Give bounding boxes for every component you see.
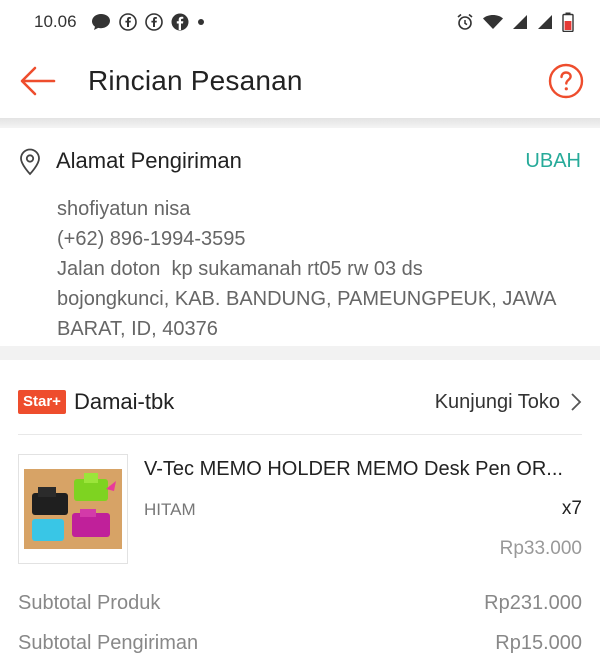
shop-section: Star+ Damai-tbk Kunjungi Toko V-Tec MEMO…: [0, 360, 600, 670]
facebook-icon: [144, 13, 163, 31]
change-address-button[interactable]: UBAH: [525, 150, 581, 173]
signal-icon: [537, 14, 553, 30]
product-quantity: x7: [561, 498, 582, 519]
product-variant: HITAM: [144, 500, 196, 519]
facebook-icon: [118, 13, 137, 31]
product-price: Rp33.000: [499, 538, 582, 559]
address-header: Alamat Pengiriman UBAH: [0, 144, 600, 178]
status-time: 10.06: [34, 12, 77, 31]
status-bar: 10.06: [0, 0, 600, 44]
page-title: Rincian Pesanan: [88, 65, 303, 96]
chat-bubble-icon: [91, 13, 111, 31]
help-button[interactable]: [548, 63, 584, 99]
subtotal-shipping-row: Subtotal Pengiriman Rp15.000: [18, 632, 582, 655]
help-icon: [548, 63, 584, 99]
battery-icon: [562, 12, 574, 32]
facebook-icon: [171, 13, 189, 31]
subtotal-shipping-label: Subtotal Pengiriman: [18, 632, 199, 654]
subtotal-shipping-value: Rp15.000: [495, 632, 582, 654]
signal-icon: [512, 14, 528, 30]
subtotal-product-value: Rp231.000: [484, 592, 582, 614]
product-name: V-Tec MEMO HOLDER MEMO Desk Pen OR...: [144, 458, 563, 480]
address-line-3: BARAT, ID, 40376: [57, 318, 218, 340]
memo-holder-illustration: [24, 469, 122, 549]
product-item[interactable]: V-Tec MEMO HOLDER MEMO Desk Pen OR... HI…: [18, 454, 582, 566]
recipient-phone: (+62) 896-1994-3595: [57, 228, 246, 250]
shop-name: Damai-tbk: [73, 389, 175, 414]
status-left: 10.06: [34, 12, 205, 32]
subtotal-product-label: Subtotal Produk: [18, 592, 161, 614]
product-photo: [24, 469, 122, 549]
subtotal-product-row: Subtotal Produk Rp231.000: [18, 592, 582, 615]
visit-shop-button[interactable]: Kunjungi Toko: [435, 391, 582, 414]
back-arrow-icon: [20, 66, 56, 96]
star-plus-badge: Star+: [18, 390, 66, 414]
back-button[interactable]: [18, 61, 58, 101]
visit-shop-label: Kunjungi Toko: [434, 390, 560, 413]
shipping-address-section: Alamat Pengiriman UBAH shofiyatun nisa (…: [0, 128, 600, 346]
dot-icon: [197, 18, 205, 26]
section-gap: [0, 346, 600, 360]
product-image: [18, 454, 128, 564]
address-line-1: Jalan doton kp sukamanah rt05 rw 03 ds: [57, 258, 423, 280]
recipient-name: shofiyatun nisa: [57, 198, 191, 220]
location-pin-icon: [20, 148, 40, 176]
wifi-icon: [483, 14, 503, 30]
address-details: shofiyatun nisa (+62) 896-1994-3595 Jala…: [57, 194, 587, 344]
app-bar: Rincian Pesanan: [0, 44, 600, 118]
chevron-right-icon: [571, 393, 582, 411]
address-line-2: bojongkunci, KAB. BANDUNG, PAMEUNGPEUK, …: [57, 288, 557, 310]
address-title: Alamat Pengiriman: [56, 148, 242, 173]
divider: [18, 434, 582, 435]
shop-header: Star+ Damai-tbk Kunjungi Toko: [18, 386, 582, 418]
alarm-icon: [456, 13, 474, 31]
status-right: [456, 12, 574, 32]
header-divider: [0, 118, 600, 128]
